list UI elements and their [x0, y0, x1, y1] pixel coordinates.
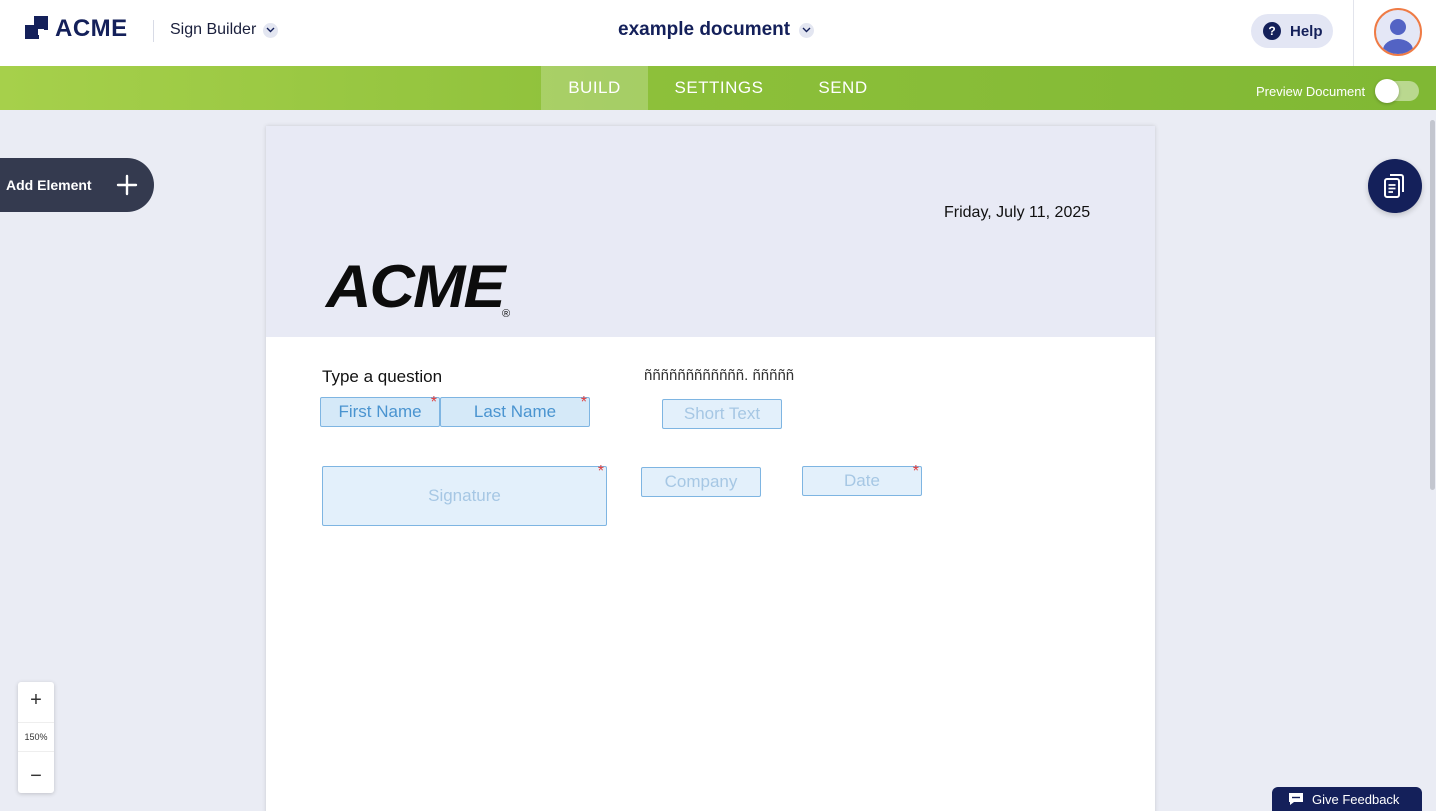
avatar[interactable]	[1374, 8, 1422, 56]
zoom-level: 150%	[18, 722, 54, 752]
document-date[interactable]: Friday, July 11, 2025	[944, 204, 1090, 222]
vertical-scrollbar[interactable]	[1430, 120, 1435, 490]
add-element-label: Add Element	[6, 177, 92, 193]
chevron-down-icon	[799, 22, 815, 38]
chevron-down-icon	[263, 22, 279, 38]
app-name: Sign Builder	[170, 21, 257, 38]
document-title: example document	[618, 19, 791, 40]
registered-mark: ®	[502, 308, 511, 320]
user-icon	[1383, 19, 1413, 54]
preview-toggle[interactable]	[1375, 79, 1420, 103]
date-field[interactable]: Date	[802, 463, 922, 496]
app-switcher[interactable]: Sign Builder	[170, 21, 279, 39]
signature-field[interactable]: Signature	[322, 463, 607, 526]
feedback-icon	[1289, 793, 1303, 805]
document-logo[interactable]: ACME	[326, 257, 505, 318]
document-pages-button[interactable]	[1368, 159, 1422, 213]
step-navigation: BUILD SETTINGS SEND Preview Document	[0, 66, 1436, 110]
tab-send[interactable]: SEND	[800, 66, 886, 110]
field-label: First Name	[338, 402, 422, 421]
help-button[interactable]: ? Help	[1251, 14, 1333, 48]
document-icon	[1384, 174, 1404, 198]
preview-document: Preview Document	[1256, 79, 1420, 103]
text-block[interactable]: ññññññññññññ. ñññññ	[644, 367, 794, 384]
help-label: Help	[1290, 22, 1323, 40]
header-divider	[1353, 0, 1354, 66]
field-label: Last Name	[473, 402, 557, 421]
add-element-button[interactable]: Add Element	[0, 158, 154, 212]
field-label: Signature	[428, 486, 501, 505]
tab-settings[interactable]: SETTINGS	[660, 66, 778, 110]
toggle-knob	[1375, 79, 1400, 103]
field-label: Company	[664, 472, 738, 491]
question-label[interactable]: Type a question	[322, 367, 442, 387]
logo-text: ACME	[55, 15, 128, 42]
zoom-out-button[interactable]: −	[18, 760, 54, 792]
header-divider	[153, 20, 154, 42]
company-field[interactable]: Company	[641, 467, 761, 497]
feedback-label: Give Feedback	[1312, 791, 1400, 807]
last-name-field[interactable]: Last Name	[440, 394, 590, 427]
tab-build[interactable]: BUILD	[541, 66, 648, 110]
zoom-in-button[interactable]: +	[18, 684, 54, 716]
short-text-field[interactable]: Short Text	[662, 399, 782, 429]
first-name-field[interactable]: First Name	[320, 394, 440, 427]
field-label: Date	[844, 471, 880, 490]
help-icon: ?	[1263, 22, 1281, 40]
plus-icon	[116, 174, 138, 196]
document-canvas[interactable]: Friday, July 11, 2025 ACME ® Type a ques…	[266, 126, 1155, 811]
preview-label: Preview Document	[1256, 83, 1366, 99]
document-title-dropdown[interactable]: example document	[618, 19, 815, 41]
give-feedback-button[interactable]: Give Feedback	[1272, 787, 1422, 811]
acme-logo[interactable]: ACME	[25, 15, 128, 43]
zoom-controls: + 150% −	[18, 682, 54, 793]
top-header: ACME Sign Builder example document ? Hel…	[0, 0, 1436, 66]
logo-mark-icon	[25, 16, 51, 42]
field-label: Short Text	[683, 404, 761, 423]
document-header-section[interactable]: Friday, July 11, 2025 ACME ®	[266, 126, 1155, 337]
